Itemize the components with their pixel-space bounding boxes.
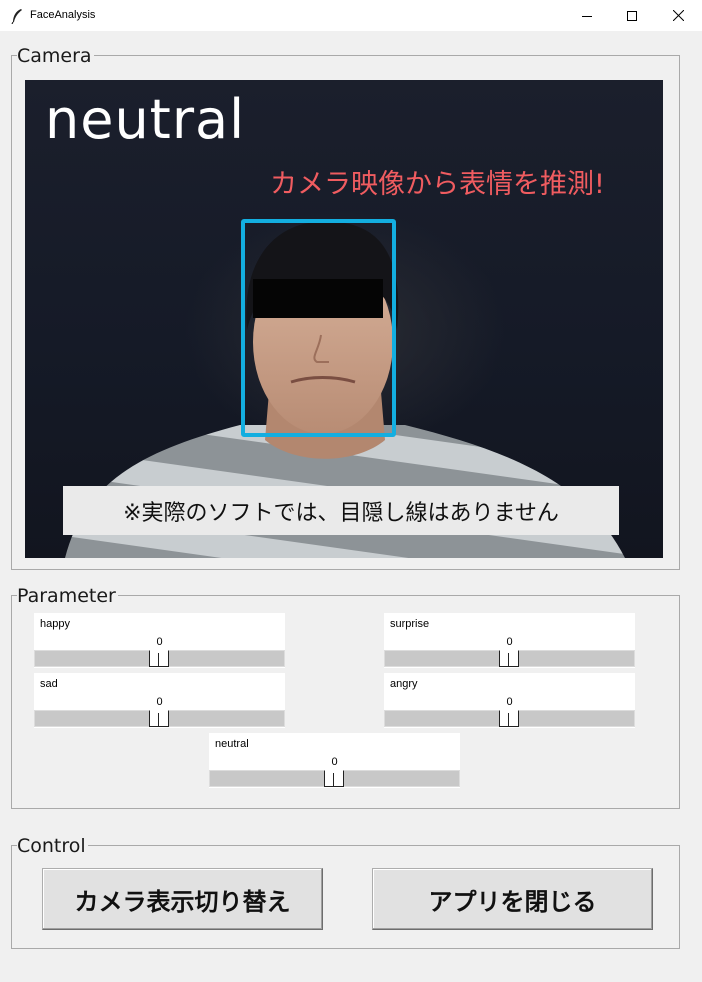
- minimize-icon: [582, 15, 592, 17]
- parameter-frame-label: Parameter: [17, 585, 118, 607]
- slider-handle[interactable]: [149, 710, 169, 727]
- slider-surprise: surprise 0: [384, 613, 635, 668]
- slider-sad: sad 0: [34, 673, 285, 728]
- maximize-icon: [627, 10, 637, 21]
- slider-handle[interactable]: [499, 650, 519, 667]
- slider-value: 0: [156, 696, 163, 708]
- slider-handle[interactable]: [499, 710, 519, 727]
- face-detection-box: [241, 219, 396, 437]
- slider-label: happy: [40, 618, 70, 630]
- eye-censor-bar: [253, 279, 383, 318]
- minimize-button[interactable]: [564, 0, 610, 31]
- toggle-camera-button[interactable]: カメラ表示切り替え: [42, 868, 323, 930]
- slider-value: 0: [506, 636, 513, 648]
- close-button[interactable]: [655, 0, 701, 31]
- slider-handle[interactable]: [149, 650, 169, 667]
- slider-neutral: neutral 0: [209, 733, 460, 788]
- slider-label: neutral: [215, 738, 249, 750]
- window-title: FaceAnalysis: [30, 9, 96, 21]
- close-app-button[interactable]: アプリを閉じる: [372, 868, 653, 930]
- slider-label: surprise: [390, 618, 430, 630]
- title-bar: FaceAnalysis: [0, 0, 702, 31]
- slider-value: 0: [506, 696, 513, 708]
- camera-frame-label: Camera: [17, 45, 94, 67]
- slider-label: sad: [40, 678, 58, 690]
- control-frame-label: Control: [17, 835, 88, 857]
- slider-value: 0: [156, 636, 163, 648]
- camera-notice: ※実際のソフトでは、目隠し線はありません: [63, 486, 619, 535]
- feather-icon: [11, 9, 22, 24]
- slider-angry: angry 0: [384, 673, 635, 728]
- camera-headline: カメラ映像から表情を推測!: [270, 169, 605, 200]
- maximize-button[interactable]: [609, 0, 655, 31]
- slider-handle[interactable]: [324, 770, 344, 787]
- emotion-label: neutral: [45, 88, 246, 151]
- camera-view: neutral カメラ映像から表情を推測! ※実際のソフトでは、目隠し線はありま…: [25, 80, 663, 558]
- slider-label: angry: [390, 678, 418, 690]
- slider-happy: happy 0: [34, 613, 285, 668]
- slider-value: 0: [331, 756, 338, 768]
- close-icon: [672, 10, 684, 21]
